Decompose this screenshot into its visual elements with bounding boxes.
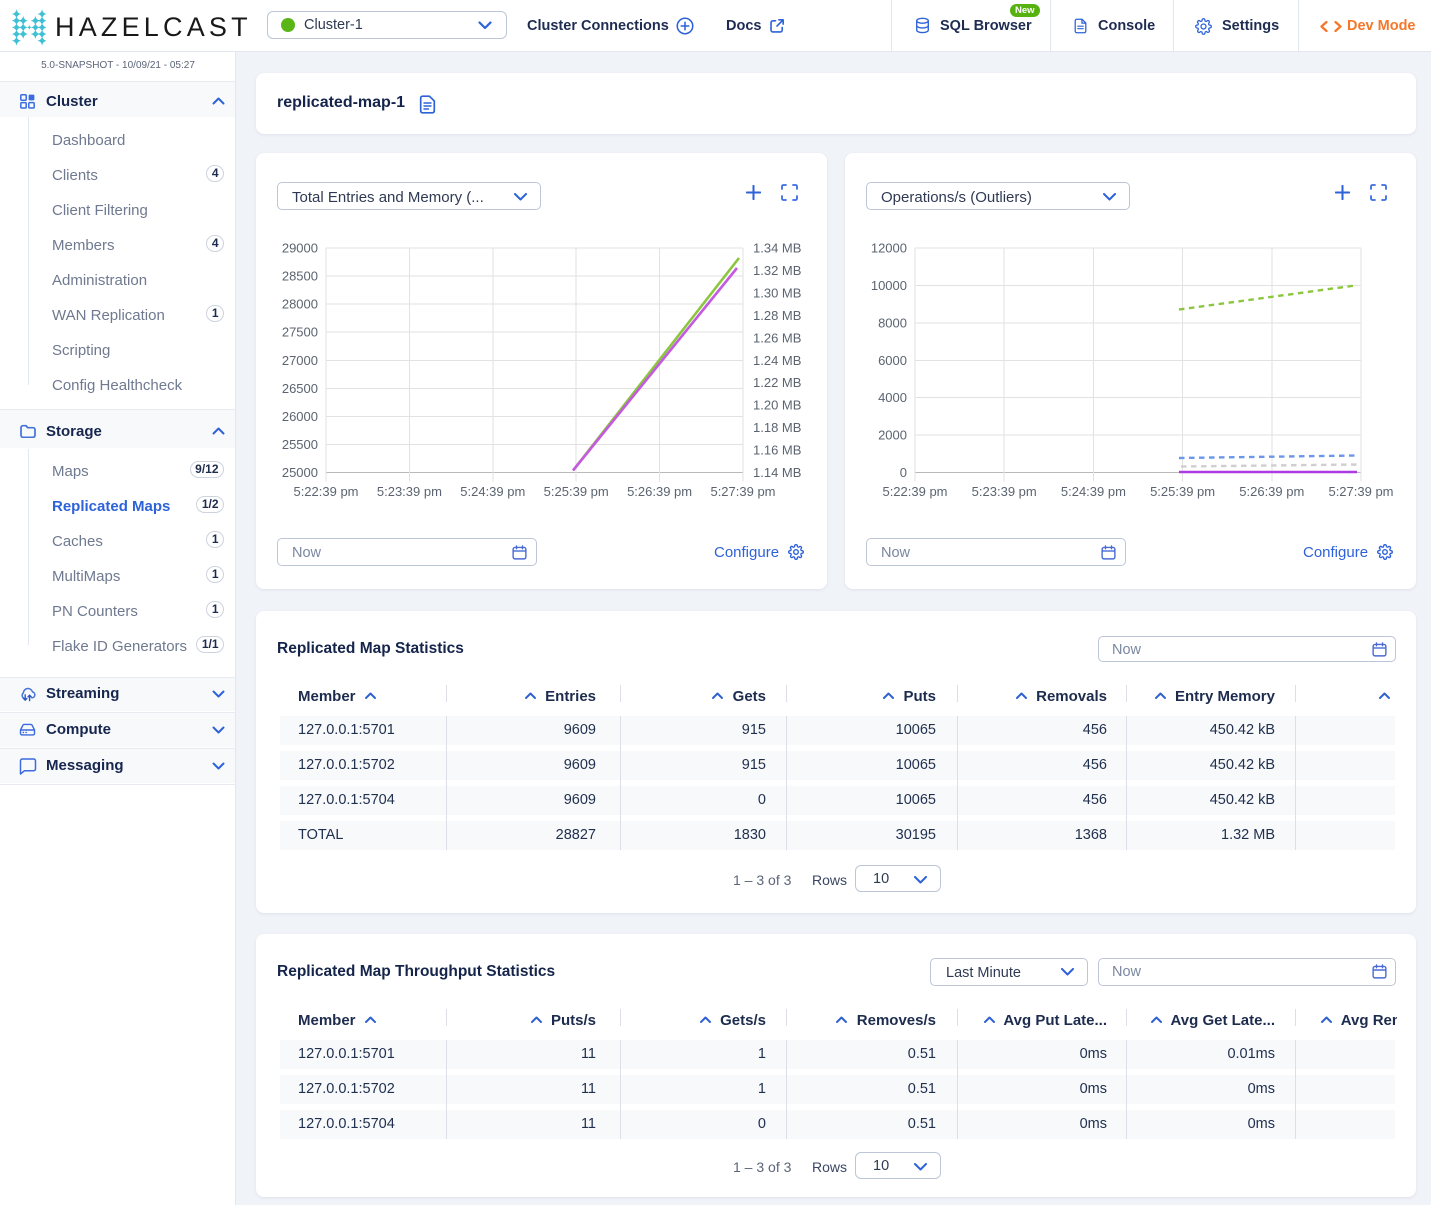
svg-text:1.26 MB: 1.26 MB (753, 330, 801, 345)
svg-text:1.16 MB: 1.16 MB (753, 443, 801, 458)
svg-text:1.30 MB: 1.30 MB (753, 285, 801, 300)
svg-text:29000: 29000 (282, 241, 318, 256)
svg-text:25000: 25000 (282, 465, 318, 480)
svg-text:26500: 26500 (282, 381, 318, 396)
svg-text:5:27:39 pm: 5:27:39 pm (710, 484, 775, 499)
svg-text:8000: 8000 (878, 315, 907, 330)
svg-text:28500: 28500 (282, 269, 318, 284)
svg-text:28000: 28000 (282, 297, 318, 312)
svg-text:5:27:39 pm: 5:27:39 pm (1328, 484, 1393, 499)
svg-text:4000: 4000 (878, 390, 907, 405)
svg-text:5:25:39 pm: 5:25:39 pm (1150, 484, 1215, 499)
svg-text:5:23:39 pm: 5:23:39 pm (377, 484, 442, 499)
svg-text:6000: 6000 (878, 353, 907, 368)
svg-text:1.18 MB: 1.18 MB (753, 420, 801, 435)
svg-text:5:23:39 pm: 5:23:39 pm (972, 484, 1037, 499)
svg-text:0: 0 (900, 465, 907, 480)
svg-text:10000: 10000 (871, 278, 907, 293)
svg-text:5:24:39 pm: 5:24:39 pm (1061, 484, 1126, 499)
svg-text:1.14 MB: 1.14 MB (753, 465, 801, 480)
svg-text:1.20 MB: 1.20 MB (753, 398, 801, 413)
svg-text:1.32 MB: 1.32 MB (753, 263, 801, 278)
svg-text:5:25:39 pm: 5:25:39 pm (544, 484, 609, 499)
svg-text:5:22:39 pm: 5:22:39 pm (882, 484, 947, 499)
svg-text:1.24 MB: 1.24 MB (753, 353, 801, 368)
svg-text:5:22:39 pm: 5:22:39 pm (293, 484, 358, 499)
svg-text:25500: 25500 (282, 437, 318, 452)
svg-text:1.22 MB: 1.22 MB (753, 375, 801, 390)
svg-text:27000: 27000 (282, 353, 318, 368)
svg-text:27500: 27500 (282, 325, 318, 340)
svg-text:5:24:39 pm: 5:24:39 pm (460, 484, 525, 499)
svg-text:1.34 MB: 1.34 MB (753, 241, 801, 256)
svg-text:26000: 26000 (282, 409, 318, 424)
svg-text:12000: 12000 (871, 241, 907, 256)
svg-text:2000: 2000 (878, 428, 907, 443)
svg-text:5:26:39 pm: 5:26:39 pm (1239, 484, 1304, 499)
svg-text:1.28 MB: 1.28 MB (753, 308, 801, 323)
svg-text:5:26:39 pm: 5:26:39 pm (627, 484, 692, 499)
